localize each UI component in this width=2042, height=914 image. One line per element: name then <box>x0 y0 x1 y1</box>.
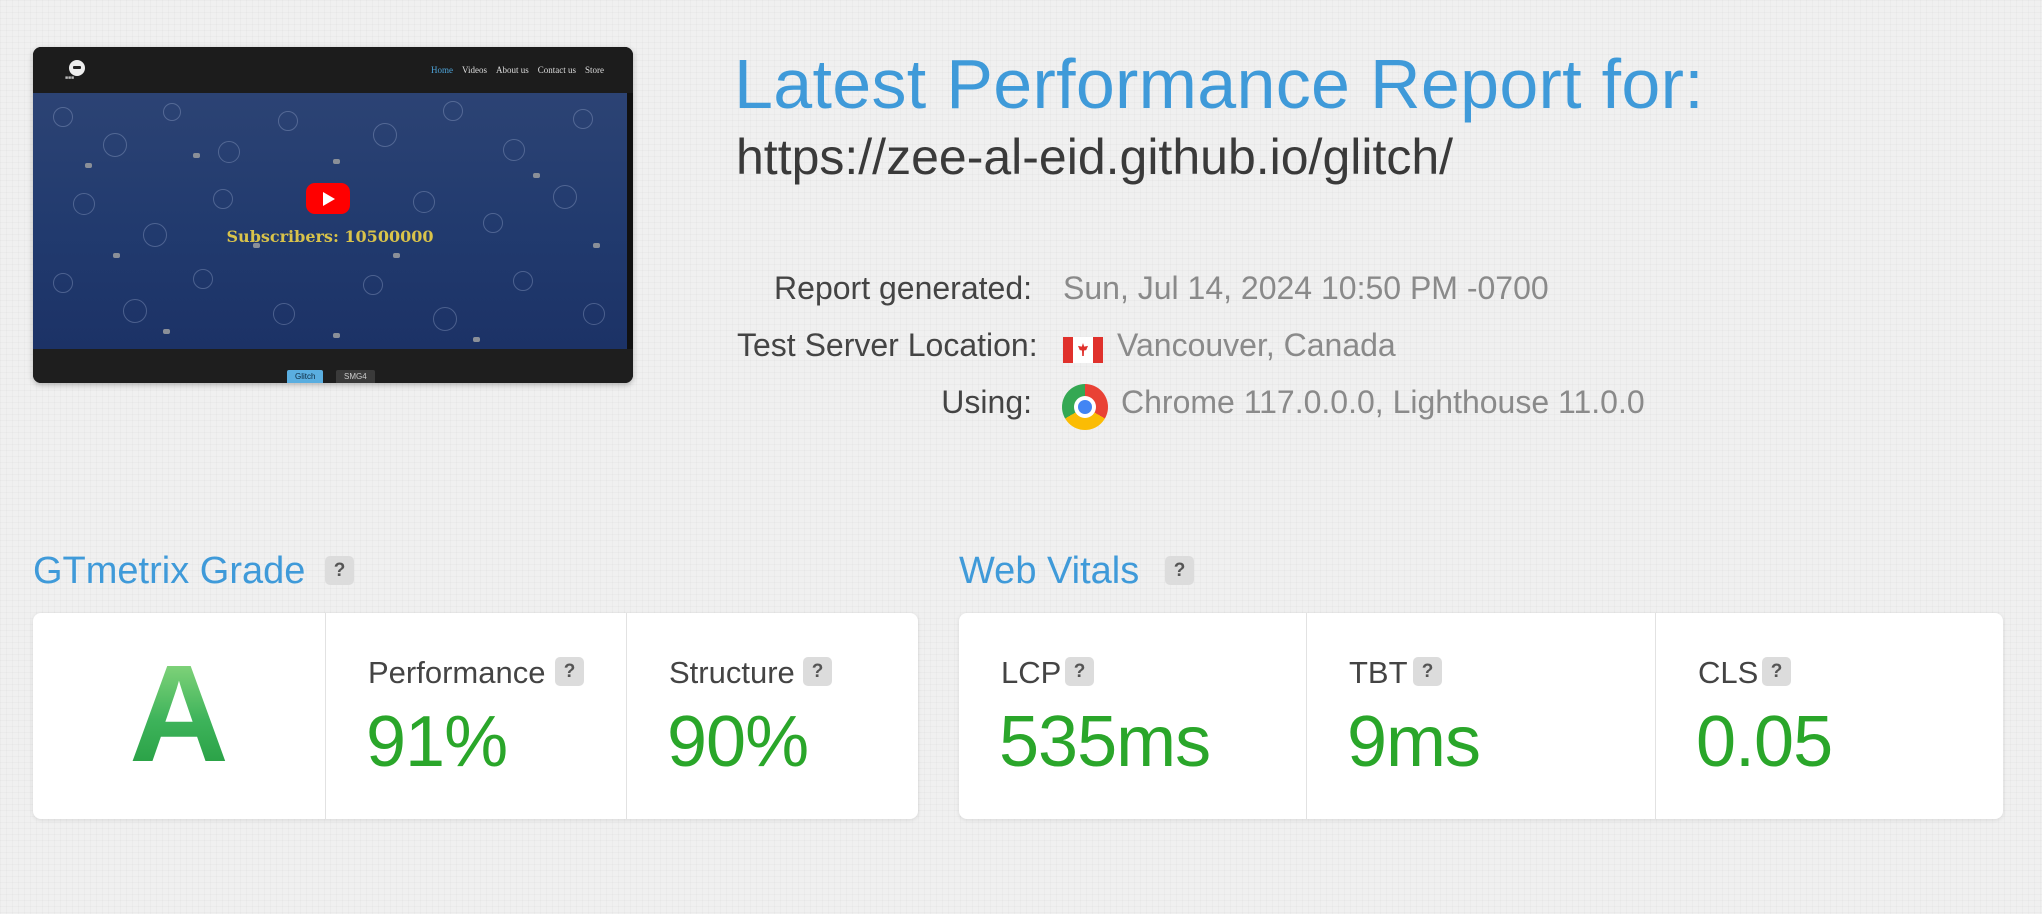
web-vitals-help-icon[interactable]: ? <box>1165 556 1194 585</box>
screenshot-nav-about: About us <box>495 65 529 75</box>
cls-value: 0.05 <box>1696 702 1833 782</box>
screenshot-navbar: ■■■ Home Videos About us Contact us Stor… <box>33 47 633 93</box>
screenshot-tab-glitch: Glitch <box>287 370 324 383</box>
screenshot-nav-home: Home <box>431 65 454 75</box>
tbt-value: 9ms <box>1347 702 1481 782</box>
report-generated-label: Report generated: <box>774 270 1032 306</box>
screenshot-tab-smg4: SMG4 <box>336 370 375 383</box>
web-vitals-card: LCP ? 535ms TBT ? 9ms CLS ? 0.05 <box>959 613 2003 819</box>
tbt-help-icon[interactable]: ? <box>1413 657 1442 686</box>
performance-cell: Performance ? 91% <box>326 613 627 819</box>
screenshot-nav-store: Store <box>585 65 604 75</box>
screenshot-footer: Glitch SMG4 <box>33 349 633 383</box>
page-screenshot[interactable]: ■■■ Home Videos About us Contact us Stor… <box>33 47 633 383</box>
structure-help-icon[interactable]: ? <box>803 657 832 686</box>
web-vitals-heading: Web Vitals <box>959 550 1140 592</box>
cls-cell: CLS ? 0.05 <box>1656 613 2003 819</box>
cls-label: CLS <box>1698 655 1759 690</box>
structure-value: 90% <box>667 702 809 782</box>
screenshot-subscribers-text: Subscribers: 10500000 <box>226 227 434 246</box>
server-location-value: Vancouver, Canada <box>1117 327 1396 363</box>
lcp-cell: LCP ? 535ms <box>959 613 1307 819</box>
tbt-cell: TBT ? 9ms <box>1307 613 1656 819</box>
structure-label: Structure <box>669 655 795 690</box>
performance-help-icon[interactable]: ? <box>555 657 584 686</box>
gtmetrix-grade-heading: GTmetrix Grade <box>33 550 306 592</box>
using-label: Using: <box>941 384 1032 420</box>
performance-value: 91% <box>366 702 508 782</box>
server-location-label: Test Server Location: <box>737 327 1038 363</box>
screenshot-nav-videos: Videos <box>462 65 487 75</box>
lcp-value: 535ms <box>999 702 1211 782</box>
screenshot-scrollbar <box>627 93 633 349</box>
site-logo-text: ■■■ <box>65 76 75 81</box>
site-logo-icon <box>69 60 85 76</box>
lcp-label: LCP <box>1001 655 1062 690</box>
page-title: Latest Performance Report for: <box>734 45 1704 123</box>
performance-label: Performance <box>368 655 546 690</box>
gtmetrix-grade-help-icon[interactable]: ? <box>325 556 354 585</box>
cls-help-icon[interactable]: ? <box>1762 657 1791 686</box>
canada-flag-icon <box>1063 337 1103 363</box>
youtube-play-icon <box>306 183 350 214</box>
tbt-label: TBT <box>1349 655 1408 690</box>
report-url[interactable]: https://zee-al-eid.github.io/glitch/ <box>736 128 1453 186</box>
report-generated-value: Sun, Jul 14, 2024 10:50 PM -0700 <box>1063 270 1549 306</box>
using-value: Chrome 117.0.0.0, Lighthouse 11.0.0 <box>1121 384 1645 420</box>
grade-letter: A <box>33 645 325 783</box>
screenshot-nav-menu: Home Videos About us Contact us Store <box>431 65 604 75</box>
structure-cell: Structure ? 90% <box>627 613 918 819</box>
grade-cell: A <box>33 613 326 819</box>
gtmetrix-grade-card: A Performance ? 91% Structure ? 90% <box>33 613 918 819</box>
lcp-help-icon[interactable]: ? <box>1065 657 1094 686</box>
chrome-icon <box>1062 384 1108 430</box>
screenshot-nav-contact: Contact us <box>537 65 576 75</box>
screenshot-hero: Subscribers: 10500000 <box>33 93 627 349</box>
